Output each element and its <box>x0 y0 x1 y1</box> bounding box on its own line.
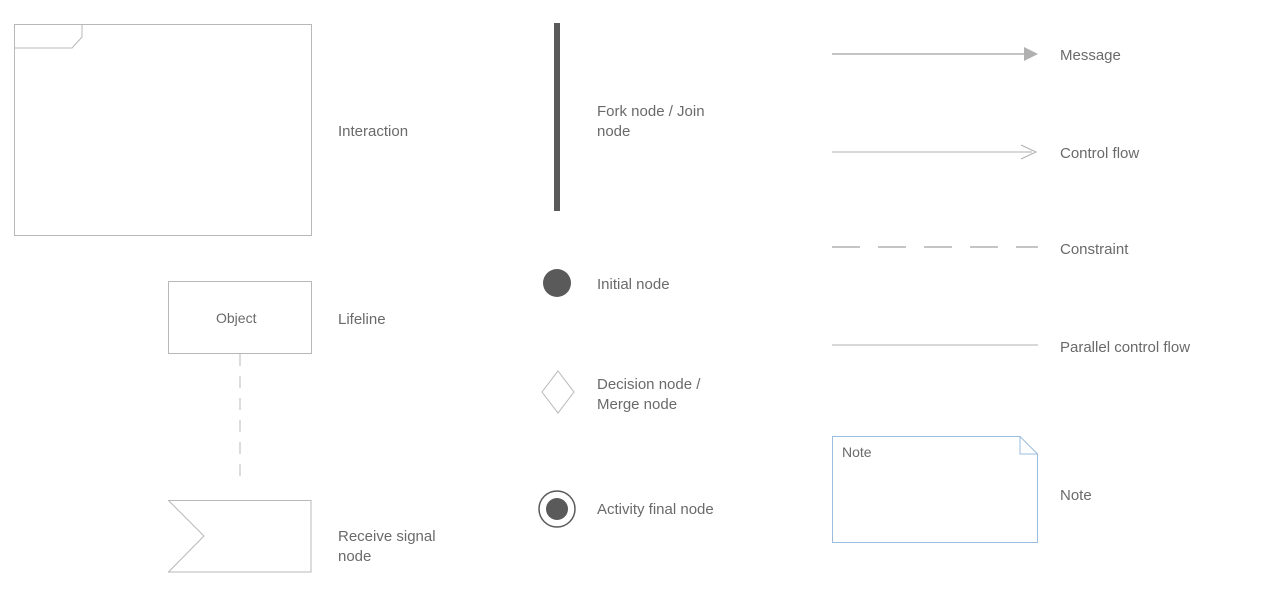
note-label: Note <box>1060 486 1092 506</box>
decision-merge-label: Decision node / Merge node <box>597 375 700 414</box>
fork-join-label: Fork node / Join node <box>597 102 705 141</box>
lifeline-label: Lifeline <box>338 310 386 330</box>
message-label: Message <box>1060 46 1121 66</box>
parallel-control-flow-icon <box>832 340 1038 350</box>
lifeline-box-text: Object <box>216 310 256 326</box>
control-flow-label: Control flow <box>1060 144 1139 164</box>
message-icon <box>832 44 1038 64</box>
control-flow-icon <box>832 142 1038 162</box>
decision-merge-icon <box>541 370 575 414</box>
activity-final-label: Activity final node <box>597 500 714 520</box>
constraint-label: Constraint <box>1060 240 1128 260</box>
interaction-label: Interaction <box>338 122 408 142</box>
note-box-text: Note <box>842 444 872 460</box>
parallel-control-flow-label: Parallel control flow <box>1060 338 1190 358</box>
receive-signal-icon <box>168 500 312 573</box>
initial-node-label: Initial node <box>597 275 670 295</box>
activity-final-icon <box>538 490 576 528</box>
interaction-icon <box>14 24 312 237</box>
receive-signal-label: Receive signal node <box>338 527 436 566</box>
initial-node-icon <box>542 268 572 298</box>
constraint-icon <box>832 242 1038 252</box>
fork-join-icon <box>554 23 562 211</box>
